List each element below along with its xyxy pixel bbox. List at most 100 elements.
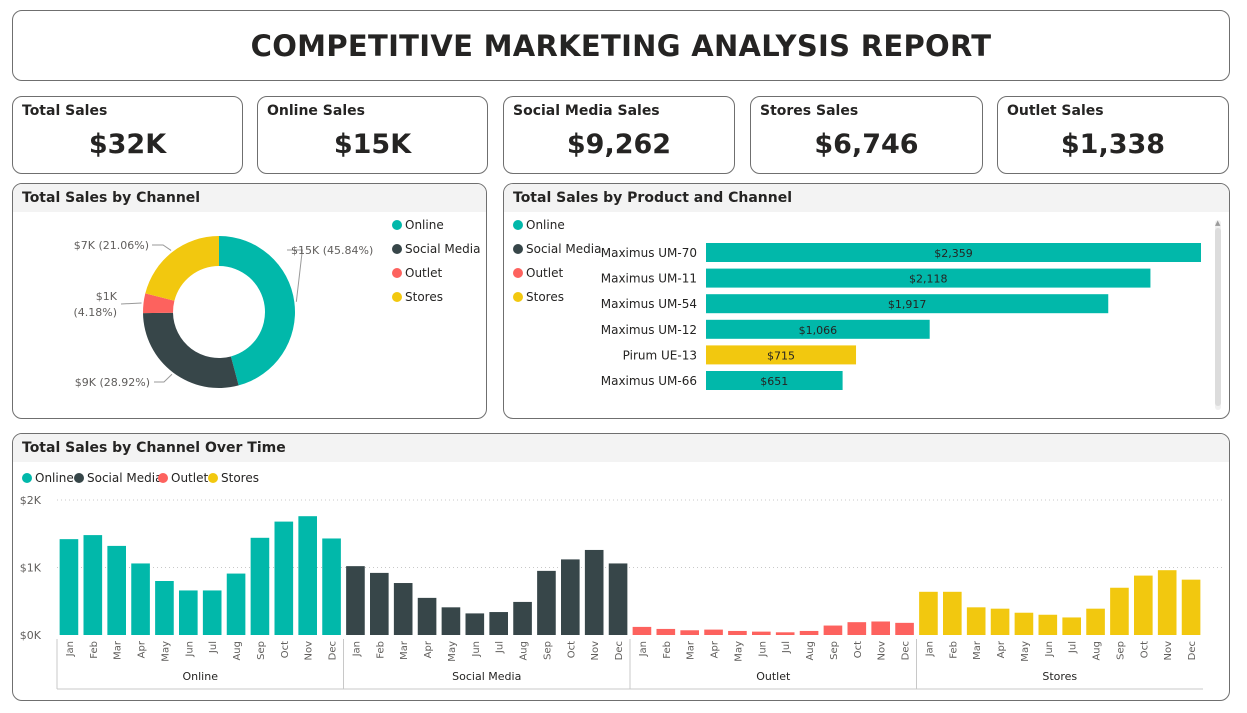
donut-slice-social-media[interactable] bbox=[143, 312, 239, 388]
legend-item-social-media[interactable]: Social Media bbox=[392, 242, 480, 256]
kpi-label: Total Sales bbox=[22, 103, 108, 119]
time-bar[interactable] bbox=[728, 630, 747, 635]
time-bar[interactable] bbox=[274, 521, 294, 635]
time-bar[interactable] bbox=[465, 613, 485, 635]
time-bar[interactable] bbox=[1110, 587, 1129, 635]
time-bar[interactable] bbox=[608, 563, 628, 635]
y-tick-label: $2K bbox=[20, 494, 42, 507]
product-category-label: Maximus UM-54 bbox=[601, 297, 697, 311]
kpi-label: Outlet Sales bbox=[1007, 103, 1104, 119]
month-tick-label: Jul bbox=[495, 641, 506, 654]
time-bar[interactable] bbox=[799, 630, 819, 635]
time-bar[interactable] bbox=[632, 626, 652, 635]
time-bar[interactable] bbox=[1134, 575, 1153, 635]
data-label-outlet-percent: (4.18%) bbox=[73, 306, 117, 319]
sales-over-time-chart[interactable]: $0K $1K $2K Jan Feb Mar Apr May Jun Jul Aug Sep Oct N… bbox=[13, 434, 1230, 701]
time-bar[interactable] bbox=[370, 572, 389, 635]
time-bar[interactable] bbox=[966, 607, 986, 635]
product-bar-value-label: $1,066 bbox=[799, 324, 838, 337]
month-tick-label: Jul bbox=[781, 641, 792, 654]
time-bar[interactable] bbox=[59, 539, 79, 635]
time-bar[interactable] bbox=[1038, 614, 1058, 635]
month-tick-label: Jan bbox=[924, 641, 935, 657]
legend-swatch bbox=[392, 244, 402, 254]
kpi-card-social-media-sales[interactable]: Social Media Sales $9,262 bbox=[503, 96, 735, 174]
time-bar[interactable] bbox=[752, 631, 771, 635]
month-tick-label: Jun bbox=[471, 641, 482, 658]
month-tick-label: Jan bbox=[351, 641, 362, 657]
vertical-scrollbar-thumb[interactable] bbox=[1215, 228, 1221, 406]
kpi-card-online-sales[interactable]: Online Sales $15K bbox=[257, 96, 488, 174]
time-bar[interactable] bbox=[226, 573, 246, 635]
time-bar[interactable] bbox=[155, 581, 174, 635]
month-tick-label: Aug bbox=[232, 641, 243, 661]
time-bar[interactable] bbox=[298, 516, 317, 635]
product-bar-chart[interactable]: Maximus UM-70 $2,359 Maximus UM-11 $2,118 Ma… bbox=[504, 184, 1230, 419]
sales-by-product-panel[interactable]: Total Sales by Product and Channel Onlin… bbox=[503, 183, 1230, 419]
time-bar[interactable] bbox=[202, 590, 222, 635]
legend-item-stores[interactable]: Stores bbox=[392, 290, 443, 304]
month-tick-label: Oct bbox=[280, 641, 291, 658]
time-bar[interactable] bbox=[561, 559, 580, 635]
kpi-value: $1,338 bbox=[1060, 129, 1166, 160]
legend-label: Social Media bbox=[405, 242, 481, 256]
kpi-card-stores-sales[interactable]: Stores Sales $6,746 bbox=[750, 96, 983, 174]
month-tick-label: Dec bbox=[328, 641, 339, 660]
kpi-card-total-sales[interactable]: Total Sales $32K bbox=[12, 96, 243, 174]
legend-swatch bbox=[392, 220, 402, 230]
time-bar[interactable] bbox=[1062, 617, 1081, 635]
month-tick-label: Nov bbox=[877, 641, 888, 661]
legend-swatch bbox=[392, 268, 402, 278]
product-bar-value-label: $2,359 bbox=[934, 247, 973, 260]
time-bar[interactable] bbox=[656, 628, 676, 635]
time-bar[interactable] bbox=[1086, 608, 1105, 635]
y-tick-label: $1K bbox=[20, 562, 42, 575]
time-bar[interactable] bbox=[322, 538, 341, 635]
time-bar[interactable] bbox=[704, 629, 723, 635]
vertical-scrollbar-track[interactable] bbox=[1215, 220, 1221, 410]
time-bar[interactable] bbox=[943, 591, 962, 635]
month-tick-label: Dec bbox=[614, 641, 625, 660]
time-bar[interactable] bbox=[489, 612, 508, 635]
time-bar[interactable] bbox=[1181, 579, 1201, 635]
month-tick-label: Feb bbox=[662, 641, 673, 659]
time-bar[interactable] bbox=[871, 621, 890, 636]
time-bar[interactable] bbox=[346, 566, 365, 635]
scroll-up-arrow-icon[interactable]: ▲ bbox=[1215, 220, 1220, 227]
time-bar[interactable] bbox=[895, 622, 914, 635]
time-bar[interactable] bbox=[107, 545, 126, 635]
time-bar[interactable] bbox=[393, 583, 413, 635]
time-bar[interactable] bbox=[1157, 570, 1177, 635]
time-bar[interactable] bbox=[250, 537, 270, 635]
month-tick-label: Apr bbox=[423, 640, 434, 658]
month-tick-label: May bbox=[447, 641, 458, 662]
time-bar[interactable] bbox=[823, 625, 843, 635]
month-tick-label: Mar bbox=[972, 640, 983, 660]
time-bar[interactable] bbox=[680, 630, 699, 635]
sales-over-time-panel[interactable]: Total Sales by Channel Over Time Online … bbox=[12, 433, 1230, 701]
product-category-label: Maximus UM-11 bbox=[601, 272, 697, 286]
time-bar[interactable] bbox=[1014, 612, 1034, 635]
time-bar[interactable] bbox=[131, 563, 150, 635]
kpi-card-outlet-sales[interactable]: Outlet Sales $1,338 bbox=[997, 96, 1229, 174]
time-bar[interactable] bbox=[775, 632, 795, 635]
time-bar[interactable] bbox=[919, 591, 938, 635]
time-bar[interactable] bbox=[441, 607, 461, 635]
time-bar[interactable] bbox=[417, 597, 437, 635]
legend-item-outlet[interactable]: Outlet bbox=[392, 266, 442, 280]
month-tick-label: Nov bbox=[304, 641, 315, 661]
kpi-value: $9,262 bbox=[566, 129, 672, 160]
sales-by-channel-panel[interactable]: Total Sales by Channel $15K (45.84%) $9K … bbox=[12, 183, 487, 419]
legend-item-online[interactable]: Online bbox=[392, 218, 444, 232]
time-bar[interactable] bbox=[513, 601, 532, 635]
time-bar[interactable] bbox=[179, 590, 198, 635]
time-bar[interactable] bbox=[537, 570, 556, 635]
product-bar-value-label: $1,917 bbox=[888, 298, 927, 311]
time-bar[interactable] bbox=[990, 608, 1010, 635]
time-bar[interactable] bbox=[83, 535, 103, 635]
time-bar[interactable] bbox=[847, 622, 867, 635]
month-tick-label: Jan bbox=[638, 641, 649, 657]
time-bar[interactable] bbox=[584, 549, 604, 635]
donut-slice-stores[interactable] bbox=[145, 236, 219, 301]
legend-label: Online bbox=[405, 218, 444, 232]
